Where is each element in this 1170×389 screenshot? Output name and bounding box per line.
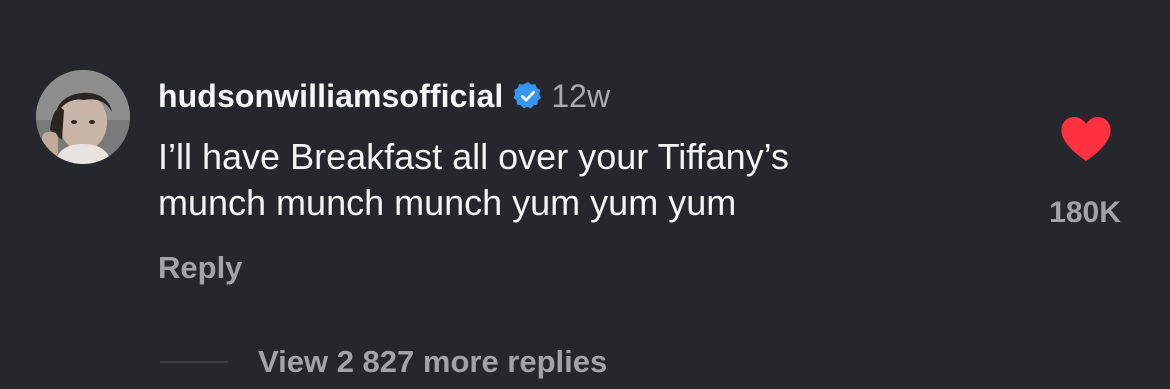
comment: hudsonwilliamsofficial 12w I’ll have Bre… xyxy=(0,0,1170,389)
username[interactable]: hudsonwilliamsofficial xyxy=(158,78,503,115)
comment-header: hudsonwilliamsofficial 12w xyxy=(158,76,610,116)
timestamp: 12w xyxy=(551,77,611,114)
comment-text-line: munch munch munch yum yum yum xyxy=(158,182,737,223)
avatar[interactable] xyxy=(36,70,130,164)
like-count: 180K xyxy=(1049,196,1121,229)
reply-button[interactable]: Reply xyxy=(158,250,242,286)
heart-icon[interactable] xyxy=(1060,116,1112,162)
view-more-replies-label[interactable]: View 2 827 more replies xyxy=(258,344,607,380)
comment-text: I’ll have Breakfast all over your Tiffan… xyxy=(158,134,998,226)
comment-text-line: I’ll have Breakfast all over your Tiffan… xyxy=(158,136,789,177)
avatar-image xyxy=(36,70,130,164)
view-more-replies[interactable]: View 2 827 more replies xyxy=(160,342,607,382)
divider-line xyxy=(160,361,228,363)
verified-badge-icon xyxy=(513,81,543,111)
